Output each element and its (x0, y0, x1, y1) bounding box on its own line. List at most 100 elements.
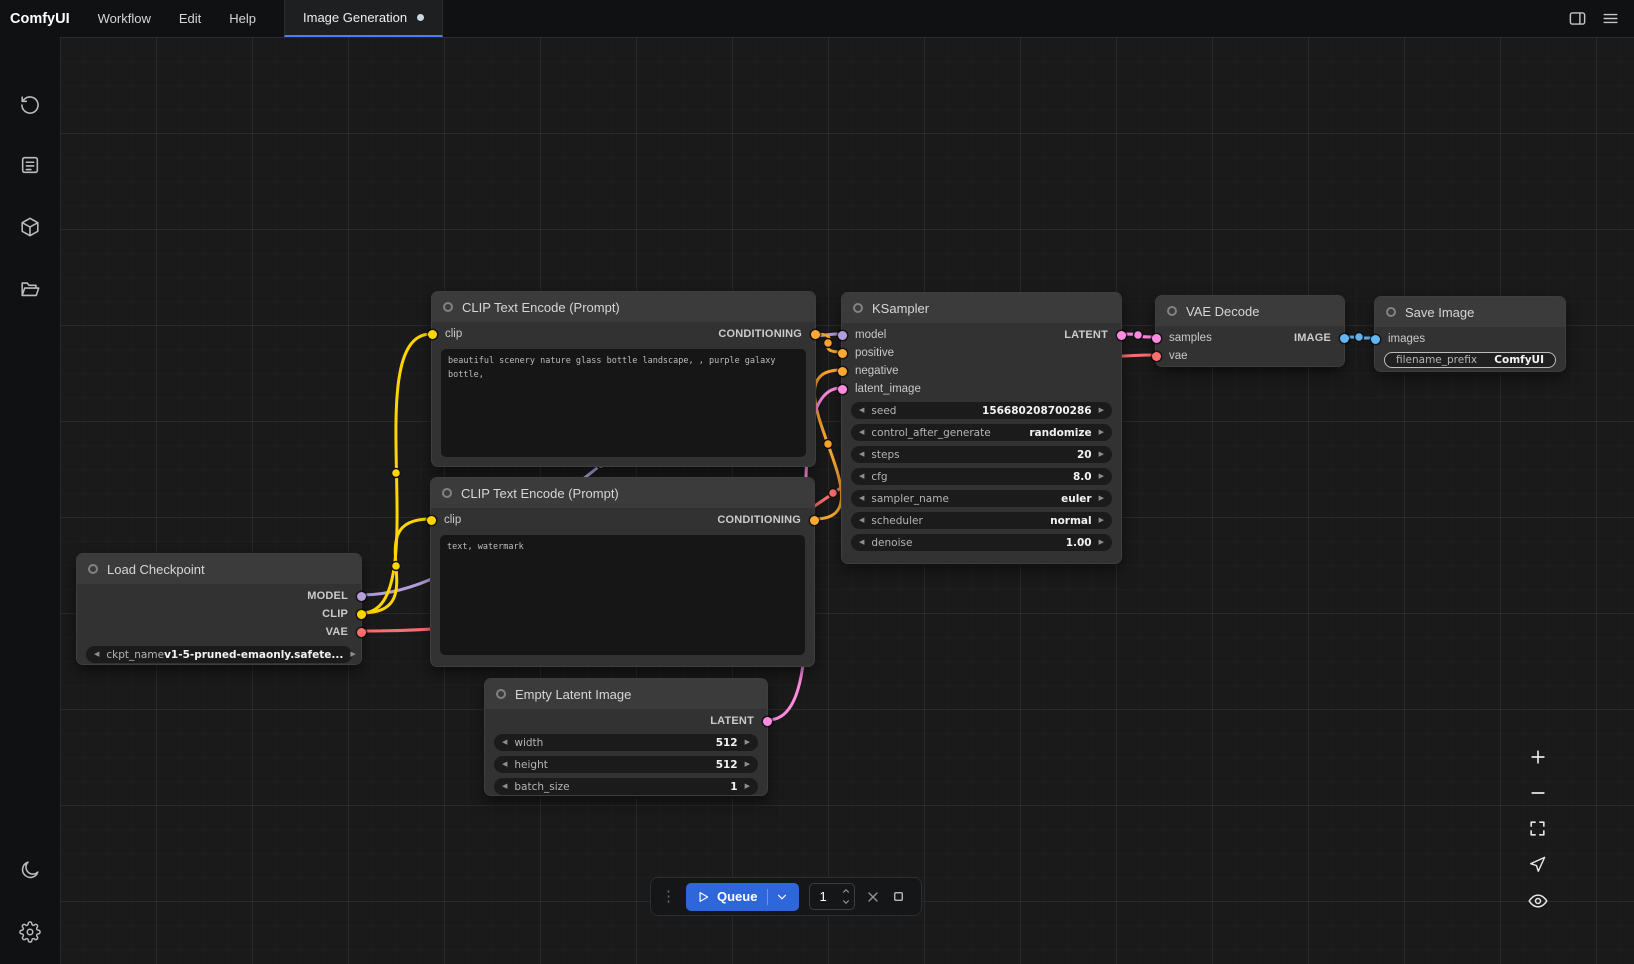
toggle-panel-button[interactable] (1568, 9, 1587, 28)
node-header[interactable]: Load Checkpoint (77, 554, 361, 584)
decrement-arrow-icon[interactable]: ◀ (502, 761, 507, 768)
node-clip-text-encode-negative[interactable]: CLIP Text Encode (Prompt) clip CONDITION… (430, 477, 815, 667)
increment-arrow-icon[interactable]: ▶ (1099, 473, 1104, 480)
input-port-clip[interactable] (427, 516, 436, 525)
decrement-arrow-icon[interactable]: ◀ (859, 429, 864, 436)
fit-view-button[interactable] (1527, 818, 1548, 839)
collapse-dot-icon[interactable] (88, 564, 98, 574)
batch-count-input[interactable]: 1 (809, 883, 855, 910)
decrement-arrow-icon[interactable]: ◀ (859, 495, 864, 502)
decrement-arrow-icon[interactable]: ◀ (502, 783, 507, 790)
clear-queue-button[interactable] (865, 889, 881, 905)
output-port-latent[interactable] (1117, 331, 1126, 340)
settings-button[interactable] (19, 921, 41, 943)
increment-arrow-icon[interactable]: ▶ (1099, 517, 1104, 524)
input-port-positive[interactable] (838, 349, 847, 358)
queue-button[interactable]: Queue (686, 883, 799, 911)
node-library-button[interactable] (19, 216, 41, 238)
widget-scheduler[interactable]: ◀ scheduler normal ▶ (851, 512, 1112, 529)
prompt-textarea[interactable]: text, watermark (440, 535, 805, 655)
collapse-dot-icon[interactable] (496, 689, 506, 699)
node-load-checkpoint[interactable]: Load Checkpoint MODEL CLIP VAE ◀ ckpt_na… (76, 553, 362, 665)
select-mode-button[interactable] (1527, 854, 1548, 875)
chevron-up-icon[interactable] (841, 886, 851, 896)
decrement-arrow-icon[interactable]: ◀ (859, 407, 864, 414)
widget-cfg[interactable]: ◀ cfg 8.0 ▶ (851, 468, 1112, 485)
decrement-arrow-icon[interactable]: ◀ (502, 739, 507, 746)
collapse-dot-icon[interactable] (853, 303, 863, 313)
output-port-conditioning[interactable] (811, 330, 820, 339)
decrement-arrow-icon[interactable]: ◀ (859, 517, 864, 524)
output-port-conditioning[interactable] (810, 516, 819, 525)
widget-width[interactable]: ◀ width 512 ▶ (494, 734, 758, 751)
drag-handle-icon[interactable]: ⋮ (661, 889, 676, 904)
node-header[interactable]: Save Image (1375, 297, 1565, 327)
widget-steps[interactable]: ◀ steps 20 ▶ (851, 446, 1112, 463)
decrement-arrow-icon[interactable]: ◀ (859, 539, 864, 546)
increment-arrow-icon[interactable]: ▶ (745, 783, 750, 790)
output-port-model[interactable] (357, 592, 366, 601)
collapse-dot-icon[interactable] (1167, 306, 1177, 316)
node-clip-text-encode-positive[interactable]: CLIP Text Encode (Prompt) clip CONDITION… (431, 291, 816, 467)
theme-toggle-button[interactable] (19, 859, 41, 881)
chevron-down-icon[interactable] (841, 897, 851, 907)
input-port-latent-image[interactable] (838, 385, 847, 394)
widget-denoise[interactable]: ◀ denoise 1.00 ▶ (851, 534, 1112, 551)
input-port-model[interactable] (838, 331, 847, 340)
increment-arrow-icon[interactable]: ▶ (1099, 539, 1104, 546)
menu-help[interactable]: Help (215, 0, 270, 37)
input-port-images[interactable] (1371, 335, 1380, 344)
widget-filename-prefix[interactable]: filename_prefix ComfyUI (1384, 352, 1556, 368)
node-header[interactable]: VAE Decode (1156, 296, 1344, 326)
increment-arrow-icon[interactable]: ▶ (350, 651, 355, 658)
widget-batch-size[interactable]: ◀ batch_size 1 ▶ (494, 778, 758, 795)
node-ksampler[interactable]: KSampler model LATENT positive negative … (841, 292, 1122, 564)
node-header[interactable]: CLIP Text Encode (Prompt) (431, 478, 814, 508)
model-library-button[interactable] (19, 278, 41, 300)
stop-button[interactable] (891, 889, 906, 904)
zoom-out-button[interactable] (1527, 782, 1548, 803)
tab-image-generation[interactable]: Image Generation (284, 0, 443, 37)
widget-control-after-generate[interactable]: ◀ control_after_generate randomize ▶ (851, 424, 1112, 441)
zoom-in-button[interactable] (1527, 746, 1548, 767)
widget-ckpt-name[interactable]: ◀ ckpt_name v1-5-pruned-emaonly.safete..… (86, 646, 352, 663)
increment-arrow-icon[interactable]: ▶ (1099, 407, 1104, 414)
node-header[interactable]: KSampler (842, 293, 1121, 323)
collapse-dot-icon[interactable] (1386, 307, 1396, 317)
widget-value: 156680208700286 (982, 405, 1092, 417)
node-vae-decode[interactable]: VAE Decode samples IMAGE vae (1155, 295, 1345, 367)
decrement-arrow-icon[interactable]: ◀ (859, 473, 864, 480)
history-button[interactable] (19, 94, 41, 116)
menu-edit[interactable]: Edit (165, 0, 215, 37)
input-port-clip[interactable] (428, 330, 437, 339)
increment-arrow-icon[interactable]: ▶ (1099, 495, 1104, 502)
output-port-latent[interactable] (763, 717, 772, 726)
queue-panel-button[interactable] (19, 154, 41, 176)
input-port-samples[interactable] (1152, 334, 1161, 343)
output-port-clip[interactable] (357, 610, 366, 619)
menu-workflow[interactable]: Workflow (84, 0, 165, 37)
increment-arrow-icon[interactable]: ▶ (745, 761, 750, 768)
increment-arrow-icon[interactable]: ▶ (1099, 429, 1104, 436)
input-port-negative[interactable] (838, 367, 847, 376)
output-port-image[interactable] (1340, 334, 1349, 343)
node-empty-latent-image[interactable]: Empty Latent Image LATENT ◀ width 512 ▶ … (484, 678, 768, 796)
prompt-textarea[interactable]: beautiful scenery nature glass bottle la… (441, 349, 806, 457)
node-header[interactable]: CLIP Text Encode (Prompt) (432, 292, 815, 322)
widget-seed[interactable]: ◀ seed 156680208700286 ▶ (851, 402, 1112, 419)
chevron-down-icon[interactable] (775, 890, 789, 904)
collapse-dot-icon[interactable] (442, 488, 452, 498)
output-port-vae[interactable] (357, 628, 366, 637)
main-menu-button[interactable] (1601, 9, 1620, 28)
decrement-arrow-icon[interactable]: ◀ (94, 651, 99, 658)
node-header[interactable]: Empty Latent Image (485, 679, 767, 709)
node-save-image[interactable]: Save Image images filename_prefix ComfyU… (1374, 296, 1566, 372)
widget-sampler-name[interactable]: ◀ sampler_name euler ▶ (851, 490, 1112, 507)
widget-height[interactable]: ◀ height 512 ▶ (494, 756, 758, 773)
increment-arrow-icon[interactable]: ▶ (745, 739, 750, 746)
collapse-dot-icon[interactable] (443, 302, 453, 312)
input-port-vae[interactable] (1152, 352, 1161, 361)
increment-arrow-icon[interactable]: ▶ (1099, 451, 1104, 458)
decrement-arrow-icon[interactable]: ◀ (859, 451, 864, 458)
toggle-visibility-button[interactable] (1527, 890, 1548, 911)
